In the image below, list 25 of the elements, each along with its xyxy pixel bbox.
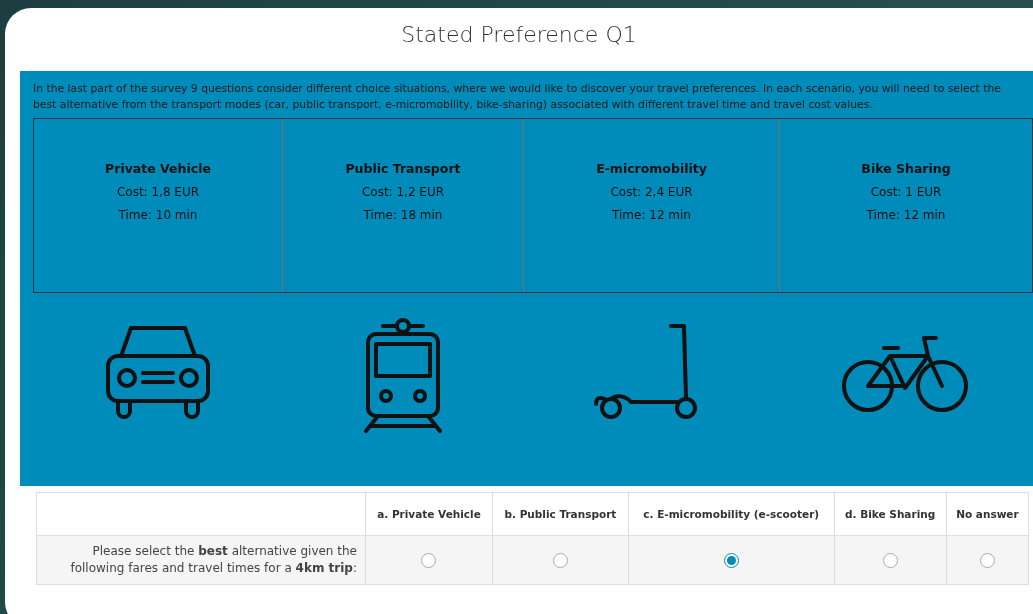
alternative-name: Public Transport bbox=[345, 161, 461, 176]
radio-button[interactable] bbox=[882, 552, 898, 568]
page-title: Stated Preference Q1 bbox=[400, 21, 638, 49]
cost-text: Cost: 1,2 EUR bbox=[361, 185, 445, 199]
option-header: No answer bbox=[946, 492, 1029, 536]
alternative-name: Private Vehicle bbox=[105, 161, 211, 176]
option-header: c. E-micromobility (e-scooter) bbox=[628, 492, 834, 536]
radio-button[interactable] bbox=[979, 552, 995, 568]
cost-text: Cost: 1 EUR bbox=[870, 185, 942, 199]
option-header: a. Private Vehicle bbox=[365, 492, 493, 536]
radio-button[interactable] bbox=[723, 552, 739, 568]
intro-text: In the last part of the survey 9 questions consider different choice situations, where we would like to discover your travel preferences. In each scenario, you will need to select the best alternative from the transport modes (car, public transport, e-micromobility, bike-sharing) associated with different travel time and travel cost values. bbox=[33, 81, 1002, 113]
time-text: Time: 18 min bbox=[363, 208, 443, 222]
time-text: Time: 10 min bbox=[118, 208, 198, 222]
radio-button[interactable] bbox=[552, 552, 568, 568]
cost-text: Cost: 2,4 EUR bbox=[610, 185, 693, 199]
time-text: Time: 12 min bbox=[866, 208, 946, 222]
question-text: Please select the best alternative given the following fares and travel times for a 4km trip: bbox=[36, 535, 366, 585]
alternative-name: Bike Sharing bbox=[861, 161, 951, 176]
option-header: d. Bike Sharing bbox=[834, 492, 947, 536]
option-header: b. Public Transport bbox=[492, 492, 629, 536]
cost-text: Cost: 1,8 EUR bbox=[116, 185, 200, 199]
radio-button[interactable] bbox=[421, 552, 437, 568]
time-text: Time: 12 min bbox=[612, 208, 691, 222]
alternative-name: E-micromobility bbox=[596, 161, 707, 176]
